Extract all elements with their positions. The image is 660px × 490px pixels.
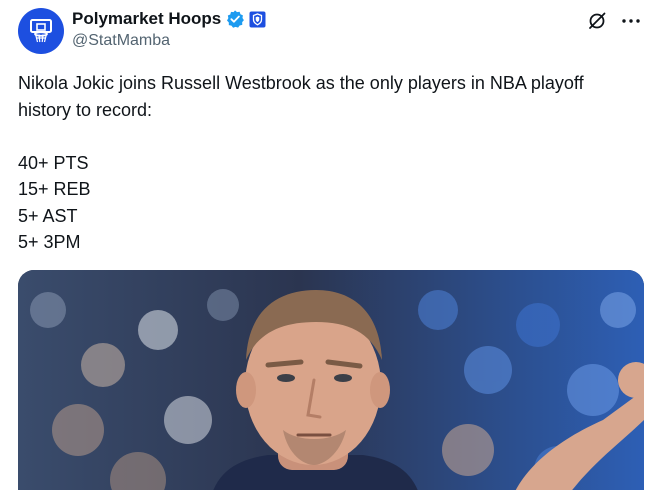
author-handle[interactable]: @StatMamba xyxy=(72,32,170,50)
affiliate-shield-icon[interactable] xyxy=(249,11,266,28)
tweet-text: Nikola Jokic joins Russell Westbrook as … xyxy=(18,70,643,256)
tweet-media-photo[interactable] xyxy=(18,270,644,490)
grok-icon xyxy=(589,12,606,29)
more-options-button[interactable] xyxy=(620,10,642,32)
verified-check-icon xyxy=(227,10,245,28)
author-display-name[interactable]: Polymarket Hoops xyxy=(72,9,221,29)
tweet-actions xyxy=(586,10,642,32)
tweet-intro-line: history to record: xyxy=(18,99,153,120)
basketball-hoop-icon xyxy=(30,19,52,43)
stat-line-rebounds: 15+ REB xyxy=(18,179,91,199)
stat-line-threes: 5+ 3PM xyxy=(18,232,81,252)
tweet-intro-line: Nikola Jokic joins Russell Westbrook as … xyxy=(18,73,584,93)
author-name-row[interactable]: Polymarket Hoops xyxy=(72,9,266,29)
player-photo xyxy=(18,270,644,490)
stat-line-points: 40+ PTS xyxy=(18,152,89,173)
grok-button[interactable] xyxy=(586,10,608,32)
avatar[interactable] xyxy=(18,8,64,54)
more-options-icon xyxy=(622,19,640,23)
stat-line-assists: 5+ AST xyxy=(18,205,78,226)
